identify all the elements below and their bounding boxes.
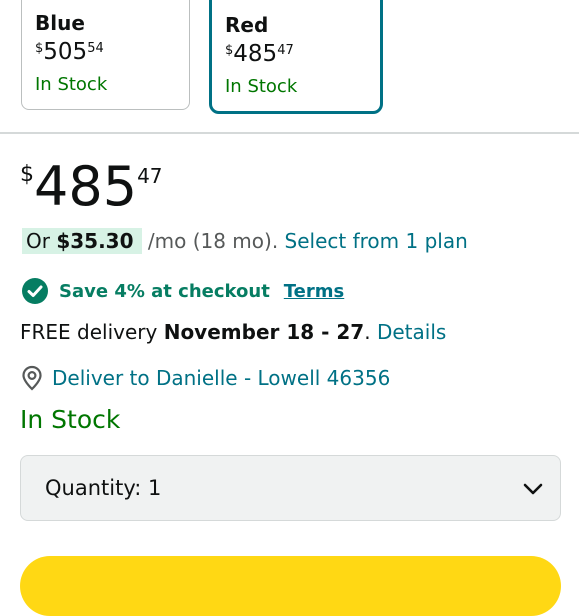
select-plan-link[interactable]: Select from 1 plan xyxy=(285,229,468,253)
variant-price-currency: $ xyxy=(35,41,44,56)
financing-amount: $35.30 xyxy=(56,229,134,253)
chevron-down-icon xyxy=(523,483,543,495)
delivery-separator: . xyxy=(364,320,371,344)
variant-price-whole: 485 xyxy=(233,41,278,67)
variant-price-fraction: 47 xyxy=(277,43,294,58)
delivery-info: FREE delivery November 18 - 27. Details xyxy=(20,320,446,344)
deliver-to-link[interactable]: Deliver to Danielle - Lowell 46356 xyxy=(52,366,390,390)
variant-price-whole: 505 xyxy=(43,39,88,65)
variant-option-blue[interactable]: Blue $50554 In Stock xyxy=(21,0,190,110)
financing-prefix: Or xyxy=(26,229,50,253)
financing-term: /mo (18 mo). xyxy=(147,229,279,253)
price-fraction: 47 xyxy=(137,164,163,188)
availability-status: In Stock xyxy=(20,405,121,434)
quantity-selector[interactable]: Quantity: 1 xyxy=(20,455,561,521)
variant-stock: In Stock xyxy=(35,74,108,95)
variant-price-currency: $ xyxy=(225,43,234,58)
variant-name: Red xyxy=(225,13,269,37)
financing-offer: Or $35.30 /mo (18 mo). Select from 1 pla… xyxy=(20,228,468,254)
price-whole: 485 xyxy=(34,155,138,218)
savings-text: Save 4% at checkout xyxy=(59,280,270,302)
variant-name: Blue xyxy=(35,11,85,35)
checkmark-circle-icon xyxy=(22,278,48,304)
variant-price-fraction: 54 xyxy=(87,41,104,56)
price-currency: $ xyxy=(20,162,34,187)
quantity-label-text: Quantity: xyxy=(45,476,142,500)
variant-price: $50554 xyxy=(35,39,104,65)
variant-stock: In Stock xyxy=(225,76,298,97)
delivery-dates: November 18 - 27 xyxy=(163,320,365,344)
variant-price: $48547 xyxy=(225,41,294,67)
delivery-details-link[interactable]: Details xyxy=(377,320,446,344)
delivery-prefix: FREE delivery xyxy=(20,320,158,344)
location-pin-icon xyxy=(22,365,42,391)
product-price: $48547 xyxy=(20,158,163,216)
terms-link[interactable]: Terms xyxy=(284,281,344,302)
savings-row: Save 4% at checkout Terms xyxy=(22,278,344,304)
quantity-value: 1 xyxy=(147,476,162,500)
add-to-cart-button[interactable] xyxy=(20,556,561,616)
variant-option-red[interactable]: Red $48547 In Stock xyxy=(209,0,383,114)
deliver-to-location[interactable]: Deliver to Danielle - Lowell 46356 xyxy=(20,365,390,391)
quantity-label: Quantity: 1 xyxy=(45,476,161,500)
section-divider xyxy=(0,132,579,134)
financing-highlight: Or $35.30 xyxy=(22,228,142,254)
